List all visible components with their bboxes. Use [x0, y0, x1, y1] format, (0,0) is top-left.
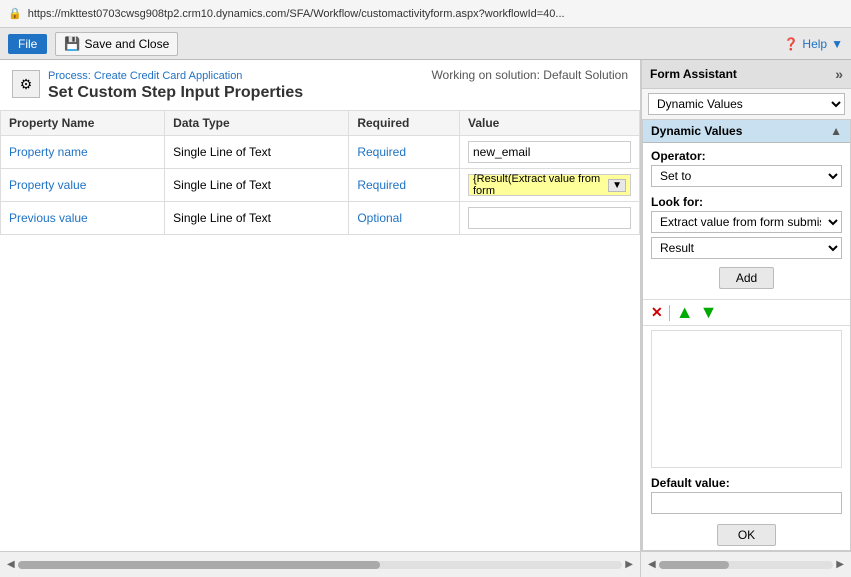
main-dropdown-row: Dynamic Values — [642, 89, 851, 119]
right-panel: Form Assistant » Dynamic Values Dynamic … — [641, 60, 851, 551]
table-row: Property value Single Line of TextRequire… — [1, 169, 640, 202]
url-text: https://mkttest0703cwsg908tp2.crm10.dyna… — [28, 8, 843, 20]
ok-button[interactable]: OK — [717, 524, 776, 546]
process-header-row: ⚙ Process: Create Credit Card Applicatio… — [0, 60, 640, 106]
scroll-thumb-left — [18, 561, 381, 569]
scroll-track-left[interactable] — [18, 561, 623, 569]
property-name-cell: Property value — [1, 169, 165, 202]
required-cell: Required — [349, 169, 460, 202]
look-for-section: Look for: Extract value from form submis… — [651, 195, 842, 259]
lock-icon: 🔒 — [8, 7, 22, 20]
dynamic-values-toolbar: ✕ ▲ ▼ — [643, 299, 850, 326]
process-header: ⚙ Process: Create Credit Card Applicatio… — [0, 60, 431, 106]
left-scrollbar: ◀ ▶ — [0, 552, 641, 577]
property-name-link[interactable]: Property value — [9, 178, 86, 192]
scroll-right-arrow[interactable]: ▶ — [622, 559, 636, 570]
col-required: Required — [349, 111, 460, 136]
delete-button[interactable]: ✕ — [651, 304, 663, 321]
data-type-cell: Single Line of Text — [165, 202, 349, 235]
col-property-name: Property Name — [1, 111, 165, 136]
value-input[interactable] — [468, 141, 631, 163]
scroll-left-arrow[interactable]: ◀ — [4, 559, 18, 570]
process-info: Process: Create Credit Card Application … — [48, 68, 303, 102]
data-type-cell: Single Line of Text — [165, 136, 349, 169]
value-input[interactable] — [468, 207, 631, 229]
value-cell[interactable] — [460, 202, 640, 235]
save-close-button[interactable]: 💾 Save and Close — [55, 32, 178, 56]
dynamic-values-list — [651, 330, 842, 468]
col-data-type: Data Type — [165, 111, 349, 136]
main-content: ⚙ Process: Create Credit Card Applicatio… — [0, 60, 851, 551]
dynamic-value-text: {Result(Extract value from form — [473, 173, 608, 197]
question-icon: ❓ — [783, 37, 798, 51]
value-cell[interactable] — [460, 136, 640, 169]
dynamic-values-dropdown[interactable]: Dynamic Values — [648, 93, 845, 115]
scroll-track-right[interactable] — [659, 561, 834, 569]
scroll-right-right-arrow[interactable]: ▶ — [833, 559, 847, 570]
help-link[interactable]: ❓ Help ▼ — [783, 37, 843, 51]
look-for-label: Look for: — [651, 195, 842, 209]
dynamic-values-title: Dynamic Values — [651, 124, 742, 138]
properties-table: Property Name Data Type Required Value P… — [0, 110, 640, 235]
default-value-section: Default value: — [643, 472, 850, 520]
required-cell: Optional — [349, 202, 460, 235]
form-assistant-title: Form Assistant — [650, 67, 737, 81]
data-type-cell: Single Line of Text — [165, 169, 349, 202]
toolbar-divider — [669, 305, 670, 321]
operator-label: Operator: — [651, 149, 842, 163]
address-bar: 🔒 https://mkttest0703cwsg908tp2.crm10.dy… — [0, 0, 851, 28]
file-button[interactable]: File — [8, 34, 47, 54]
scroll-thumb-right — [659, 561, 729, 569]
value-cell[interactable]: {Result(Extract value from form▼ — [460, 169, 640, 202]
move-down-button[interactable]: ▼ — [700, 302, 718, 323]
look-for-select[interactable]: Extract value from form submission — [651, 211, 842, 233]
form-assistant-header: Form Assistant » — [642, 60, 851, 89]
scroll-right-left-arrow[interactable]: ◀ — [645, 559, 659, 570]
result-select[interactable]: Result — [651, 237, 842, 259]
dynamic-value-field[interactable]: {Result(Extract value from form▼ — [468, 174, 631, 196]
dynamic-values-body: Operator: Set to Look for: Extract value… — [643, 143, 850, 299]
property-name-cell: Property name — [1, 136, 165, 169]
table-row: Previous value Single Line of TextOptiona… — [1, 202, 640, 235]
operator-section: Operator: Set to — [651, 149, 842, 187]
page-title: Set Custom Step Input Properties — [48, 84, 303, 102]
help-chevron-icon: ▼ — [831, 37, 843, 51]
toolbar: File 💾 Save and Close ❓ Help ▼ — [0, 28, 851, 60]
expand-icon[interactable]: » — [835, 66, 843, 82]
left-panel: ⚙ Process: Create Credit Card Applicatio… — [0, 60, 641, 551]
table-row: Property name Single Line of TextRequired — [1, 136, 640, 169]
property-name-cell: Previous value — [1, 202, 165, 235]
dynamic-values-section: Dynamic Values ▲ Operator: Set to Look f… — [642, 119, 851, 551]
process-icon: ⚙ — [12, 70, 40, 98]
right-scrollbar: ◀ ▶ — [641, 552, 851, 577]
collapse-icon[interactable]: ▲ — [830, 124, 842, 138]
move-up-button[interactable]: ▲ — [676, 302, 694, 323]
required-cell: Required — [349, 136, 460, 169]
scrollbar-area: ◀ ▶ ◀ ▶ — [0, 551, 851, 577]
save-icon: 💾 — [64, 36, 80, 52]
default-value-label: Default value: — [651, 476, 842, 490]
operator-select[interactable]: Set to — [651, 165, 842, 187]
property-name-link[interactable]: Property name — [9, 145, 88, 159]
process-link[interactable]: Process: Create Credit Card Application — [48, 70, 242, 82]
dynamic-value-button[interactable]: ▼ — [608, 179, 626, 192]
solution-text: Working on solution: Default Solution — [431, 60, 640, 82]
gear-icon: ⚙ — [20, 76, 33, 93]
default-value-input[interactable] — [651, 492, 842, 514]
property-name-link[interactable]: Previous value — [9, 211, 88, 225]
add-button[interactable]: Add — [719, 267, 774, 289]
col-value: Value — [460, 111, 640, 136]
dynamic-values-header: Dynamic Values ▲ — [643, 120, 850, 143]
